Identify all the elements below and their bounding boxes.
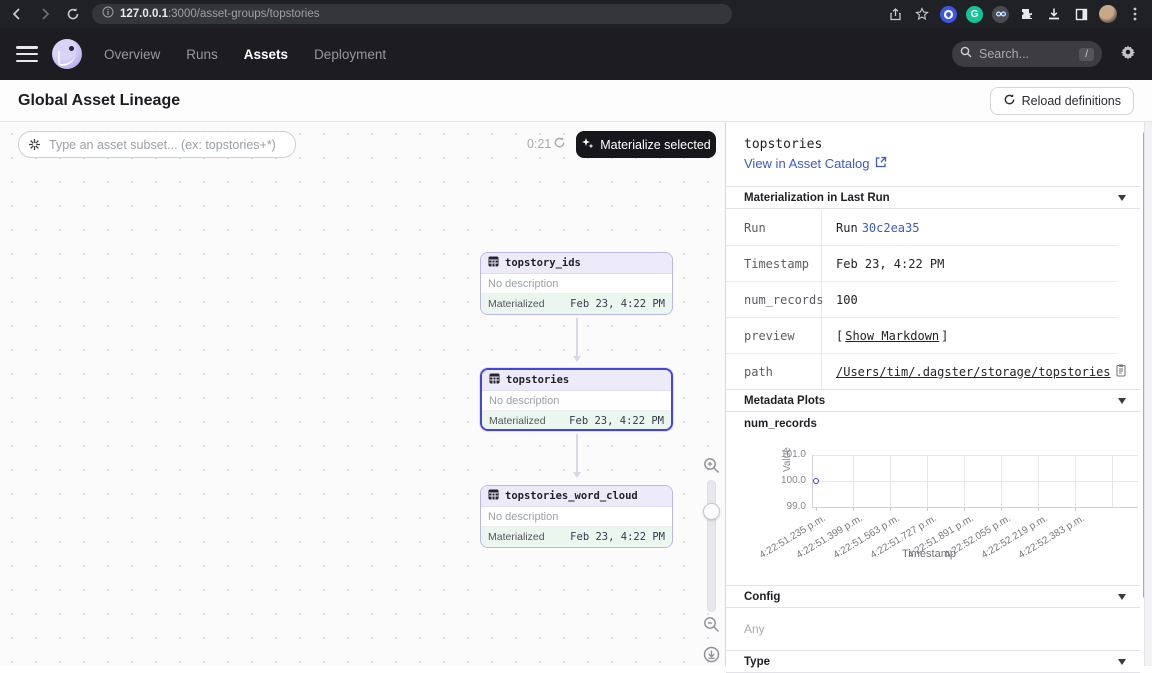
node-status: Materialized <box>489 415 546 427</box>
sparkle-icon <box>581 137 594 153</box>
profile-avatar[interactable] <box>1099 5 1117 23</box>
search-placeholder: Search... <box>979 47 1072 61</box>
node-timestamp: Feb 23, 4:22 PM <box>569 415 664 427</box>
search-shortcut-badge: / <box>1079 48 1094 61</box>
zoom-slider-handle[interactable] <box>703 503 720 520</box>
hamburger-menu-icon[interactable] <box>16 46 38 62</box>
y-axis-title: Value <box>782 447 793 472</box>
table-icon <box>488 489 499 503</box>
section-type[interactable]: Type <box>726 650 1140 673</box>
nav-item-runs[interactable]: Runs <box>186 47 218 62</box>
app-nav: Overview Runs Assets Deployment Search..… <box>0 28 1152 80</box>
x-tick-label: 4:22:52.383 p.m. <box>1017 513 1087 561</box>
node-description: No description <box>481 507 672 527</box>
bookmark-star-icon[interactable] <box>913 5 931 23</box>
asset-subset-input[interactable] <box>18 131 296 158</box>
zoom-in-icon[interactable] <box>703 457 720 479</box>
node-timestamp: Feb 23, 4:22 PM <box>570 298 665 310</box>
chevron-down-icon[interactable] <box>1118 398 1126 408</box>
nav-item-deployment[interactable]: Deployment <box>314 47 386 62</box>
node-description: No description <box>482 391 671 411</box>
address-bar[interactable]: 127.0.0.1 :3000/asset-groups/topstories <box>92 4 732 24</box>
materialize-selected-button[interactable]: Materialize selected <box>576 131 716 158</box>
node-description: No description <box>481 274 672 294</box>
zoom-slider-track[interactable] <box>707 480 716 612</box>
reload-icon <box>1003 93 1016 109</box>
panel-edge <box>1144 122 1152 666</box>
side-panel-icon[interactable] <box>1072 5 1090 23</box>
run-id-link[interactable]: 30c2ea35 <box>862 221 920 235</box>
meta-row-timestamp: Timestamp Feb 23, 4:22 PM <box>726 246 1118 282</box>
back-icon[interactable] <box>8 5 26 23</box>
browser-reload-icon[interactable] <box>64 5 82 23</box>
refresh-icon[interactable] <box>553 136 566 154</box>
meta-row-path: path /Users/tim/.dagster/storage/topstor… <box>726 354 1118 390</box>
browser-chrome: 127.0.0.1 :3000/asset-groups/topstories … <box>0 0 1152 28</box>
search-icon <box>960 45 972 63</box>
config-value: Any <box>744 622 765 636</box>
section-metadata-plots[interactable]: Metadata Plots <box>726 389 1140 412</box>
browser-menu-dots-icon[interactable] <box>1126 5 1144 23</box>
page-header: Global Asset Lineage Reload definitions <box>0 80 1152 122</box>
asset-node-topstory-ids[interactable]: topstory_ids No description Materialized… <box>480 252 673 315</box>
num-records-chart: 101.0 100.0 99.0 4:22:51.235 p.m. 4:22:5… <box>726 412 1140 592</box>
gear-icon[interactable] <box>1120 44 1136 65</box>
section-config[interactable]: Config <box>726 585 1140 608</box>
nav-item-assets[interactable]: Assets <box>244 47 288 62</box>
meta-row-run: Run Run 30c2ea35 <box>726 210 1118 246</box>
search-input[interactable]: Search... / <box>952 41 1102 67</box>
external-link-icon <box>875 156 887 171</box>
y-tick: 100.0 <box>746 475 806 486</box>
chevron-down-icon[interactable] <box>1118 195 1126 205</box>
asset-details-panel: topstories View in Asset Catalog Materia… <box>726 122 1152 666</box>
chevron-down-icon[interactable] <box>1118 594 1126 604</box>
forward-icon[interactable] <box>36 5 54 23</box>
meta-row-num-records: num_records 100 <box>726 282 1118 318</box>
path-link[interactable]: /Users/tim/.dagster/storage/topstories <box>836 365 1111 379</box>
chevron-down-icon[interactable] <box>1118 659 1126 669</box>
nav-item-overview[interactable]: Overview <box>104 47 160 62</box>
asset-node-topstories-word-cloud[interactable]: topstories_word_cloud No description Mat… <box>480 485 673 548</box>
node-timestamp: Feb 23, 4:22 PM <box>570 531 665 543</box>
extensions-puzzle-icon[interactable] <box>1018 5 1036 23</box>
clipboard-copy-icon[interactable] <box>1115 364 1127 380</box>
table-icon <box>489 373 500 387</box>
y-tick: 99.0 <box>746 501 806 512</box>
site-info-icon[interactable] <box>102 5 114 23</box>
url-path: :3000/asset-groups/topstories <box>168 8 320 20</box>
downloads-icon[interactable] <box>1045 5 1063 23</box>
fit-view-icon[interactable] <box>703 646 720 668</box>
asset-graph-canvas[interactable]: 0:21 Materialize selected topstory_ids N… <box>0 122 726 666</box>
zoom-out-icon[interactable] <box>703 616 720 638</box>
meta-row-preview: preview [Show Markdown] <box>726 318 1118 354</box>
selected-asset-name: topstories <box>744 137 822 152</box>
y-tick: 101.0 <box>746 449 806 460</box>
password-manager-extension-icon[interactable] <box>940 6 957 23</box>
show-markdown-link[interactable]: Show Markdown <box>845 329 939 343</box>
dagster-logo[interactable] <box>52 39 82 69</box>
reload-definitions-button[interactable]: Reload definitions <box>990 87 1134 115</box>
view-in-asset-catalog-link[interactable]: View in Asset Catalog <box>744 156 887 171</box>
goggles-extension-icon[interactable] <box>992 6 1009 23</box>
data-point[interactable] <box>813 478 819 484</box>
table-icon <box>488 256 499 270</box>
grammarly-extension-icon[interactable]: G <box>966 6 983 23</box>
url-host: 127.0.0.1 <box>120 8 168 20</box>
asset-node-topstories[interactable]: topstories No description Materialized F… <box>480 368 673 431</box>
edge-topstory-ids-to-topstories <box>576 318 578 360</box>
edge-topstories-to-word-cloud <box>576 434 578 476</box>
share-icon[interactable] <box>886 5 904 23</box>
node-status: Materialized <box>488 531 545 543</box>
node-status: Materialized <box>488 298 545 310</box>
asset-selector-icon <box>28 138 41 156</box>
auto-refresh-timer: 0:21 <box>527 137 551 151</box>
x-axis-title: Timestamp <box>902 548 956 560</box>
section-materialization-last-run[interactable]: Materialization in Last Run <box>726 186 1140 209</box>
page-title: Global Asset Lineage <box>18 92 180 110</box>
